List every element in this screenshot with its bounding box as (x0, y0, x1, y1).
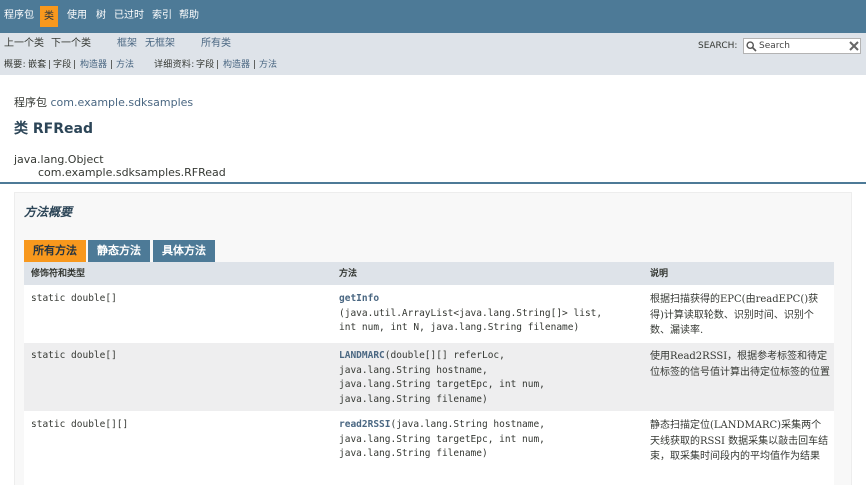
detail-field-text: 字段 (196, 60, 215, 70)
row-description: 根据扫描获得的EPC(由readEPC()获得)计算读取轮数、识别时间、识别个数… (650, 294, 819, 336)
method-summary-title: 方法概要 (24, 205, 73, 219)
row-signature: read2RSSI(java.lang.String hostname, jav… (339, 418, 545, 462)
row-signature: getInfo (java.util.ArrayList<java.lang.S… (339, 292, 602, 336)
separator: | (216, 60, 220, 70)
column-header-description: 说明 (650, 269, 669, 279)
column-header-method: 方法 (339, 269, 358, 279)
method-params: (java.util.ArrayList<java.lang.String[]>… (339, 307, 603, 334)
nav-tree[interactable]: 树 (96, 9, 106, 23)
prev-class-text: 上一个类 (4, 38, 44, 49)
clear-icon[interactable] (848, 40, 860, 52)
inheritance-child: com.example.sdksamples.RFRead (38, 166, 226, 179)
method-link-landmarc[interactable]: LANDMARC (339, 350, 385, 361)
column-header-modifier: 修饰符和类型 (31, 269, 86, 279)
sub-nav-bar: 上一个类 下一个类 框架 无框架 所有类 概要: 嵌套 | 字段 | 构造器 |… (0, 33, 866, 75)
detail-constructor-link[interactable]: 构造器 (223, 59, 250, 71)
row-modifier: static double[] (31, 293, 117, 304)
summary-label: 概要: (4, 60, 26, 70)
tab-all-methods[interactable]: 所有方法 (24, 240, 86, 262)
detail-method-link[interactable]: 方法 (259, 59, 277, 71)
nav-help[interactable]: 帮助 (179, 9, 199, 23)
detail-label: 详细资料: (154, 60, 195, 70)
search-icon (746, 41, 757, 52)
row-description: 静态扫描定位(LANDMARC)采集两个天线获取的RSSI 数据采集以敲击回车结… (650, 420, 829, 462)
row-description: 使用Read2RSSI，根据参考标签和待定位标签的信号值计算出待定位标签的位置 (650, 351, 830, 378)
summary-nested-text: 嵌套 (28, 60, 47, 70)
method-link-getinfo[interactable]: getInfo (339, 293, 379, 304)
package-line: 程序包 com.example.sdksamples (14, 96, 193, 110)
search-input[interactable] (759, 39, 843, 53)
nav-package[interactable]: 程序包 (4, 9, 34, 23)
search-label: SEARCH: (698, 41, 738, 51)
row-modifier: static double[][] (31, 419, 129, 430)
header-divider (0, 182, 866, 184)
nav-deprecated[interactable]: 已过时 (114, 9, 144, 23)
row-signature: LANDMARC(double[][] referLoc, java.lang.… (339, 349, 545, 407)
inheritance-root: java.lang.Object (14, 153, 104, 166)
separator: | (48, 60, 52, 70)
summary-field-text: 字段 (53, 60, 72, 70)
table-header (24, 262, 834, 285)
method-link-read2rssi[interactable]: read2RSSI (339, 419, 390, 430)
package-link[interactable]: com.example.sdksamples (51, 96, 194, 109)
top-nav-bar: 程序包 类 使用 树 已过时 索引 帮助 (0, 0, 866, 33)
row-modifier: static double[] (31, 350, 117, 361)
package-prefix: 程序包 (14, 96, 47, 109)
tab-concrete-methods[interactable]: 具体方法 (153, 240, 215, 262)
separator: | (253, 60, 257, 70)
tab-static-methods[interactable]: 静态方法 (88, 240, 150, 262)
page-title: 类 RFRead (14, 121, 93, 137)
next-class-text: 下一个类 (51, 38, 91, 49)
nav-index[interactable]: 索引 (152, 9, 172, 23)
separator: | (73, 60, 77, 70)
nav-use[interactable]: 使用 (67, 9, 87, 23)
summary-constructor-link[interactable]: 构造器 (80, 59, 107, 71)
no-frames-link[interactable]: 无框架 (145, 38, 175, 50)
search-box[interactable] (743, 38, 861, 54)
frames-link[interactable]: 框架 (117, 38, 137, 50)
summary-method-link[interactable]: 方法 (116, 59, 134, 71)
all-classes-link[interactable]: 所有类 (201, 38, 231, 50)
separator: | (110, 60, 114, 70)
nav-class[interactable]: 类 (40, 6, 58, 27)
